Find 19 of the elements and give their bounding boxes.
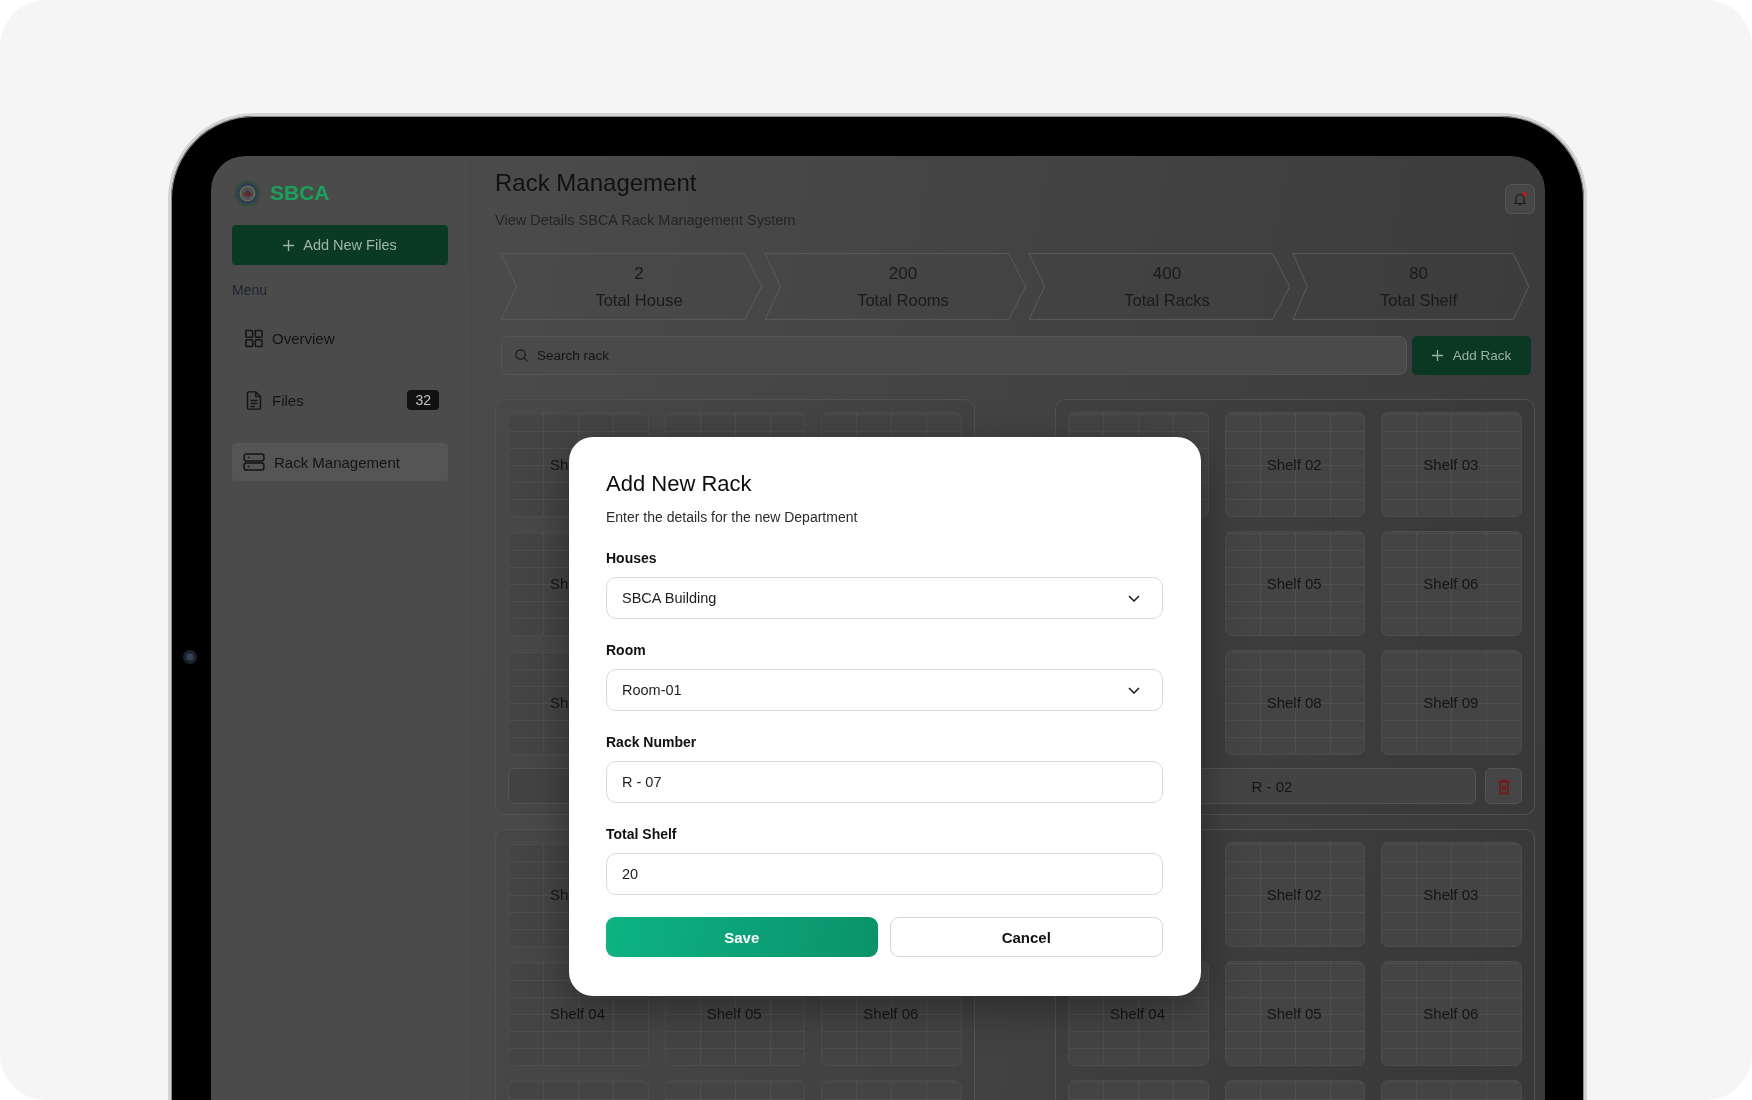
field-label: Total Shelf: [606, 825, 678, 843]
field-label: Houses: [606, 549, 658, 567]
count-badge: 32: [407, 390, 439, 410]
shelf-label: Shelf 03: [1423, 456, 1479, 473]
shelf-label: Shelf 06: [1423, 575, 1479, 592]
dialog-title: Add New Rack: [606, 470, 753, 498]
field-label: Rack Number: [606, 733, 698, 751]
shelf-label: Shelf 05: [1266, 575, 1322, 592]
shelf-label: Shelf 02: [1266, 886, 1322, 903]
dialog-subtitle: Enter the details for the new Department: [606, 508, 859, 526]
shelf-label: Shelf 02: [1266, 456, 1322, 473]
field-label: Room: [606, 641, 647, 659]
shelf-label: Shelf 03: [1423, 886, 1479, 903]
shelf-label: Shelf 05: [1266, 1005, 1322, 1022]
brand-name: SBCA: [270, 181, 330, 205]
shelf-label: Shelf 09: [1423, 694, 1479, 711]
shelf-label: Shelf 06: [1423, 1005, 1479, 1022]
page-title: Rack Management: [495, 168, 698, 198]
shelf-label: Shelf 08: [1266, 694, 1322, 711]
